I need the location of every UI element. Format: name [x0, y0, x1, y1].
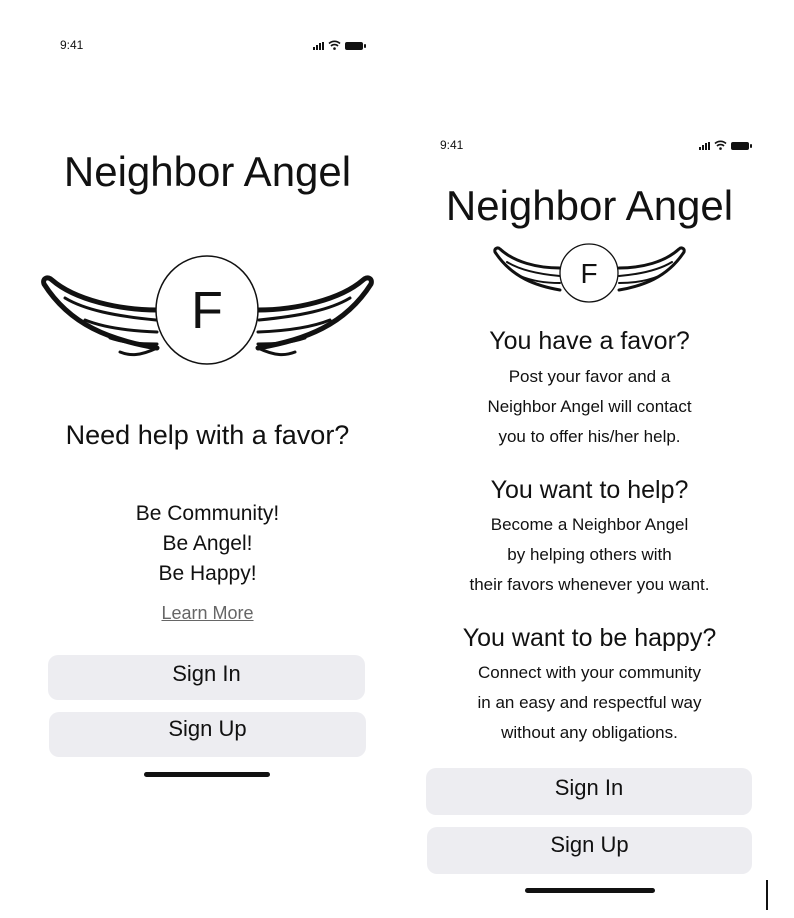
- section-favor-line: Post your favor and a: [508, 367, 671, 386]
- home-indicator[interactable]: [144, 772, 270, 777]
- wifi-icon: [714, 140, 727, 150]
- battery-icon: [345, 42, 366, 50]
- app-title: Neighbor Angel: [445, 182, 734, 229]
- status-bar: 9:41: [40, 30, 375, 60]
- welcome-screen: 9:41 Neighbor Angel F Need help with a f…: [40, 30, 375, 790]
- tagline-community: Be Community!: [135, 502, 280, 525]
- logo-letter: F: [191, 282, 223, 340]
- wifi-icon: [328, 40, 341, 50]
- app-title: Neighbor Angel: [63, 148, 352, 195]
- battery-icon: [731, 142, 752, 150]
- home-indicator[interactable]: [525, 888, 655, 893]
- angel-wings-logo: F: [41, 255, 374, 365]
- section-help-line: by helping others with: [507, 545, 672, 564]
- status-bar: 9:41: [422, 130, 757, 160]
- section-happy-line: in an easy and respectful way: [477, 693, 702, 712]
- status-time: 9:41: [440, 138, 464, 152]
- section-favor-heading: You have a favor?: [489, 327, 690, 355]
- section-help-line: their favors whenever you want.: [469, 575, 710, 594]
- text-cursor: [766, 880, 768, 910]
- cellular-signal-icon: [699, 142, 710, 150]
- section-favor-line: you to offer his/her help.: [498, 427, 681, 446]
- info-screen: 9:41 Neighbor Angel F You have a favor? …: [422, 130, 757, 910]
- headline: Need help with a favor?: [65, 420, 350, 450]
- status-icons: [313, 40, 366, 50]
- section-favor-line: Neighbor Angel will contact: [487, 397, 692, 416]
- section-happy-line: Connect with your community: [478, 663, 701, 682]
- tagline-angel: Be Angel!: [162, 532, 253, 555]
- sign-up-button[interactable]: Sign Up: [49, 712, 366, 757]
- sign-up-button[interactable]: Sign Up: [427, 827, 752, 874]
- status-icons: [699, 140, 752, 150]
- cellular-signal-icon: [313, 42, 324, 50]
- angel-wings-logo: F: [493, 243, 686, 303]
- tagline-happy: Be Happy!: [158, 562, 257, 585]
- sign-in-button[interactable]: Sign In: [48, 655, 365, 700]
- sign-in-button[interactable]: Sign In: [426, 768, 752, 815]
- section-happy-line: without any obligations.: [501, 723, 678, 742]
- status-time: 9:41: [60, 38, 84, 52]
- section-happy-heading: You want to be happy?: [462, 624, 717, 652]
- section-help-heading: You want to help?: [490, 476, 689, 504]
- section-help-line: Become a Neighbor Angel: [490, 515, 689, 534]
- learn-more-link[interactable]: Learn More: [40, 603, 375, 624]
- logo-letter: F: [580, 258, 597, 289]
